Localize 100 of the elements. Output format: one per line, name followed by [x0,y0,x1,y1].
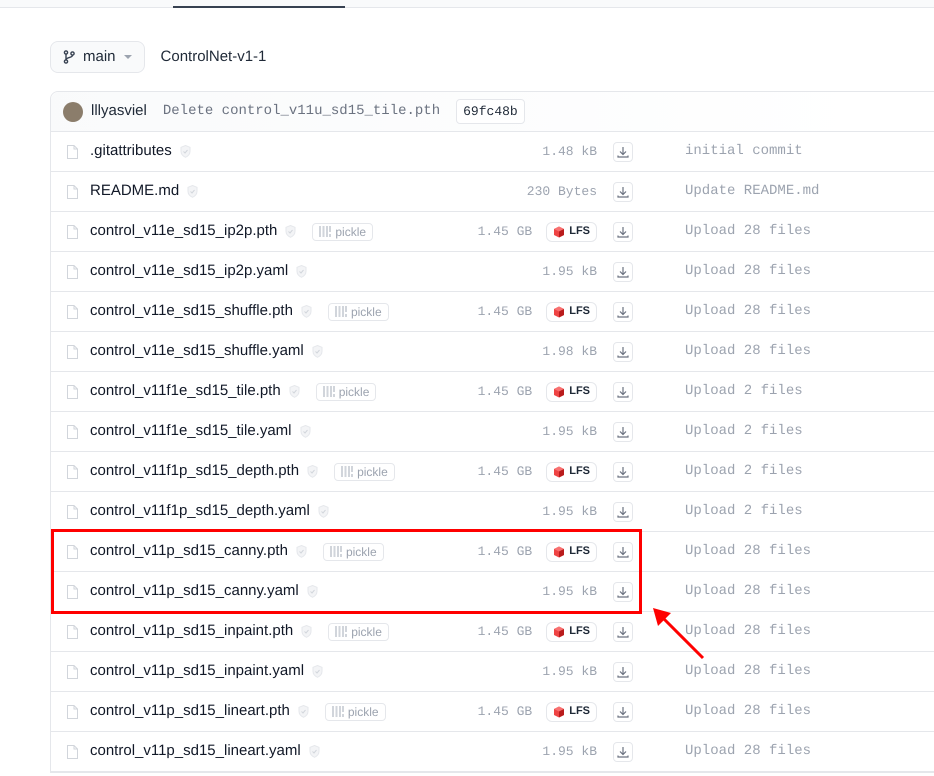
download-button[interactable] [613,422,633,442]
pickle-badge: pickle [312,222,374,240]
file-size: 1.45 GB [478,462,532,481]
download-button[interactable] [613,262,633,282]
file-icon [67,184,78,198]
shield-icon [307,465,318,478]
file-size: 1.45 GB [478,302,532,321]
download-button[interactable] [613,662,633,682]
file-icon [67,344,78,358]
download-icon [617,506,629,518]
lfs-badge: LFS [546,302,597,322]
pickle-badge: pickle [334,462,395,480]
bars-icon [334,306,347,317]
download-button[interactable] [613,622,633,642]
file-size: 1.95 kB [542,422,597,441]
file-name[interactable]: control_v11e_sd15_ip2p.yaml [90,260,288,283]
download-button[interactable] [613,382,633,402]
file-size: 1.95 kB [542,502,597,521]
file-name[interactable]: control_v11f1p_sd15_depth.pth [90,460,300,483]
shield-icon [288,385,300,398]
download-button[interactable] [613,542,633,562]
cube-icon [553,546,566,558]
bars-icon [341,466,354,477]
file-name[interactable]: control_v11p_sd15_lineart.pth [90,700,290,723]
download-icon [617,386,629,398]
pickle-badge: pickle [328,622,389,640]
cube-icon [553,626,566,638]
download-icon [617,306,629,318]
file-size: 230 Bytes [526,182,597,201]
file-name[interactable]: control_v11e_sd15_shuffle.pth [90,300,293,323]
file-name[interactable]: control_v11p_sd15_canny.pth [90,540,288,563]
download-button[interactable] [613,582,633,602]
file-size: 1.48 kB [542,142,597,161]
shield-icon [312,345,323,358]
bars-icon [335,626,348,637]
branch-icon [63,50,75,64]
commit-author[interactable]: lllyasviel [91,100,147,123]
file-size: 1.45 GB [478,382,532,401]
download-icon [617,706,629,718]
download-button[interactable] [613,462,633,482]
download-button[interactable] [613,342,633,362]
file-name[interactable]: control_v11p_sd15_inpaint.yaml [90,660,304,683]
file-size: 1.45 GB [478,222,532,241]
file-name[interactable]: control_v11p_sd15_canny.yaml [90,580,299,603]
download-icon [617,146,629,158]
download-icon [617,426,629,438]
file-name[interactable]: control_v11f1e_sd15_tile.pth [90,380,281,403]
download-icon [617,626,629,638]
pickle-badge: pickle [322,542,384,560]
file-name[interactable]: control_v11e_sd15_shuffle.yaml [90,340,304,363]
shield-icon [306,585,318,598]
commit-hash[interactable]: 69fc48b [456,98,525,124]
commit-message[interactable]: Delete control_v11u_sd15_tile.pth [162,101,440,122]
file-name[interactable]: control_v11f1p_sd15_depth.yaml [90,500,310,523]
shield-icon [300,305,312,318]
caret-icon [124,54,132,60]
bars-icon [332,706,344,717]
file-size: 1.95 kB [542,582,597,601]
pickle-badge: pickle [324,702,386,720]
file-name[interactable]: control_v11p_sd15_inpaint.pth [90,620,294,643]
download-button[interactable] [613,222,633,242]
file-icon [67,424,78,438]
cube-icon [553,466,566,478]
shield-icon [296,545,307,558]
lfs-badge: LFS [546,542,597,562]
download-icon [617,466,629,478]
file-name[interactable]: .gitattributes [90,140,172,163]
shield-icon [308,745,320,758]
download-icon [617,346,629,358]
file-size: 1.95 kB [542,662,597,681]
download-button[interactable] [613,142,633,162]
download-button[interactable] [613,742,633,762]
file-icon [67,464,78,478]
shield-icon [296,265,308,278]
shield-icon [312,665,324,678]
file-name[interactable]: control_v11e_sd15_ip2p.pth [90,220,278,243]
download-icon [617,746,629,758]
branch-selector[interactable]: main [50,41,145,73]
file-icon [67,304,78,318]
avatar [63,102,83,122]
download-button[interactable] [613,502,633,522]
file-icon [67,264,78,278]
file-icon [67,384,78,398]
download-icon [617,586,629,598]
file-name[interactable]: control_v11p_sd15_lineart.yaml [90,740,301,763]
file-name[interactable]: control_v11f1e_sd15_tile.yaml [90,420,292,443]
cube-icon [553,306,566,318]
file-name[interactable]: README.md [90,180,180,203]
lfs-badge: LFS [546,222,597,242]
lfs-badge: LFS [546,702,597,722]
lfs-badge: LFS [546,622,597,642]
bars-icon [322,386,335,397]
lfs-badge: LFS [546,382,597,402]
file-icon [67,744,78,758]
download-button[interactable] [613,302,633,322]
file-icon [67,504,78,518]
download-button[interactable] [613,182,633,202]
file-icon [67,544,78,558]
download-button[interactable] [613,702,633,722]
download-icon [617,266,629,278]
